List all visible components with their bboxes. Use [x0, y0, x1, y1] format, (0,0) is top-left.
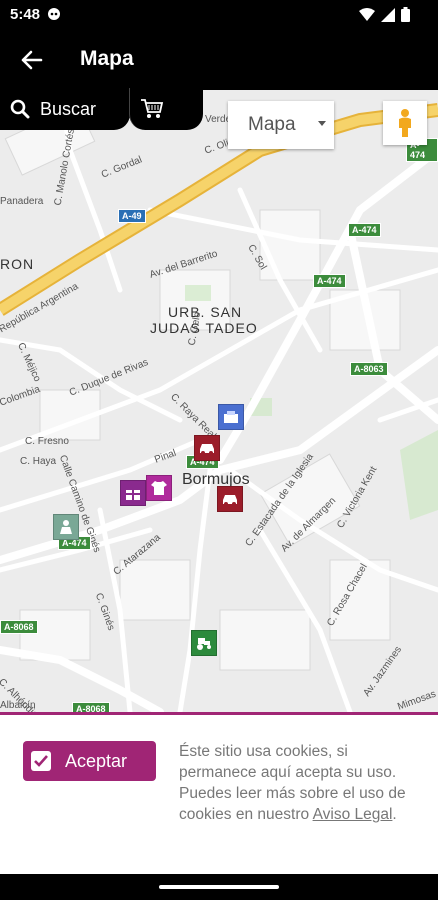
back-button[interactable] — [18, 46, 46, 74]
legal-notice-link[interactable]: Aviso Legal — [313, 806, 393, 823]
road-badge: A-474 — [313, 274, 346, 288]
road-badge: A-8068 — [72, 702, 110, 712]
app-bar: Mapa — [0, 30, 438, 90]
search-button[interactable]: Buscar — [0, 88, 130, 130]
area-label: JUDAS TADEO — [150, 320, 258, 336]
cookie-text-main: Éste sitio usa cookies, si permanece aqu… — [179, 743, 397, 781]
poi-marker-tractor[interactable] — [191, 630, 217, 656]
map-type-select[interactable]: Mapa — [228, 101, 334, 149]
cookie-banner: Aceptar Éste sitio usa cookies, si perma… — [0, 712, 438, 874]
page-title: Mapa — [80, 47, 134, 70]
street-label: C. Haya — [20, 456, 57, 467]
street-view-pegman-button[interactable] — [383, 101, 427, 145]
cart-icon — [141, 99, 164, 118]
tractor-icon — [197, 638, 211, 650]
battery-icon — [401, 7, 410, 27]
area-label: RON — [0, 256, 35, 272]
road-badge: A-49 — [118, 209, 146, 223]
service-icon — [60, 520, 72, 534]
notification-icon — [46, 7, 62, 26]
status-time: 5:48 — [10, 6, 41, 23]
car-icon — [200, 444, 214, 455]
car-icon — [223, 495, 237, 506]
street-label: Panadera — [0, 196, 44, 207]
checkmark-icon — [31, 751, 51, 771]
pegman-icon — [399, 109, 411, 137]
poi-marker-car-2[interactable] — [217, 486, 243, 512]
home-gesture-handle[interactable] — [159, 885, 279, 889]
shirt-icon — [151, 481, 167, 495]
map-view[interactable]: Verde C. Olivo C. Gordal C. Manolo Corté… — [0, 90, 438, 712]
poi-marker-car[interactable] — [194, 435, 220, 461]
search-icon — [10, 99, 30, 119]
road-badge: A-8063 — [350, 362, 388, 376]
poi-marker-shop[interactable] — [218, 404, 244, 430]
search-label: Buscar — [40, 98, 97, 119]
shop-icon — [224, 411, 238, 423]
area-label: URB. SAN — [168, 304, 243, 320]
wifi-icon — [359, 7, 375, 27]
poi-marker-gift[interactable] — [120, 480, 146, 506]
street-label: C. Fresno — [25, 436, 69, 447]
road-badge: A-474 — [348, 223, 381, 237]
navigation-bar — [0, 874, 438, 900]
cookie-message: Éste sitio usa cookies, si permanece aqu… — [179, 741, 424, 825]
poi-marker-service[interactable] — [53, 514, 79, 540]
accept-label: Aceptar — [65, 750, 128, 771]
arrow-left-icon — [21, 50, 43, 70]
status-bar: 5:48 — [0, 0, 438, 30]
poi-marker-clothing[interactable] — [146, 475, 172, 501]
cart-button[interactable] — [129, 88, 203, 130]
signal-icon — [381, 7, 395, 27]
caret-down-icon — [318, 121, 326, 126]
road-badge: A-8068 — [0, 620, 38, 634]
street-label: Albaicín — [0, 700, 36, 711]
gift-icon — [126, 490, 140, 500]
cookie-text-end: . — [392, 806, 397, 823]
map-type-label: Mapa — [248, 114, 296, 135]
accept-cookies-button[interactable]: Aceptar — [23, 741, 156, 781]
